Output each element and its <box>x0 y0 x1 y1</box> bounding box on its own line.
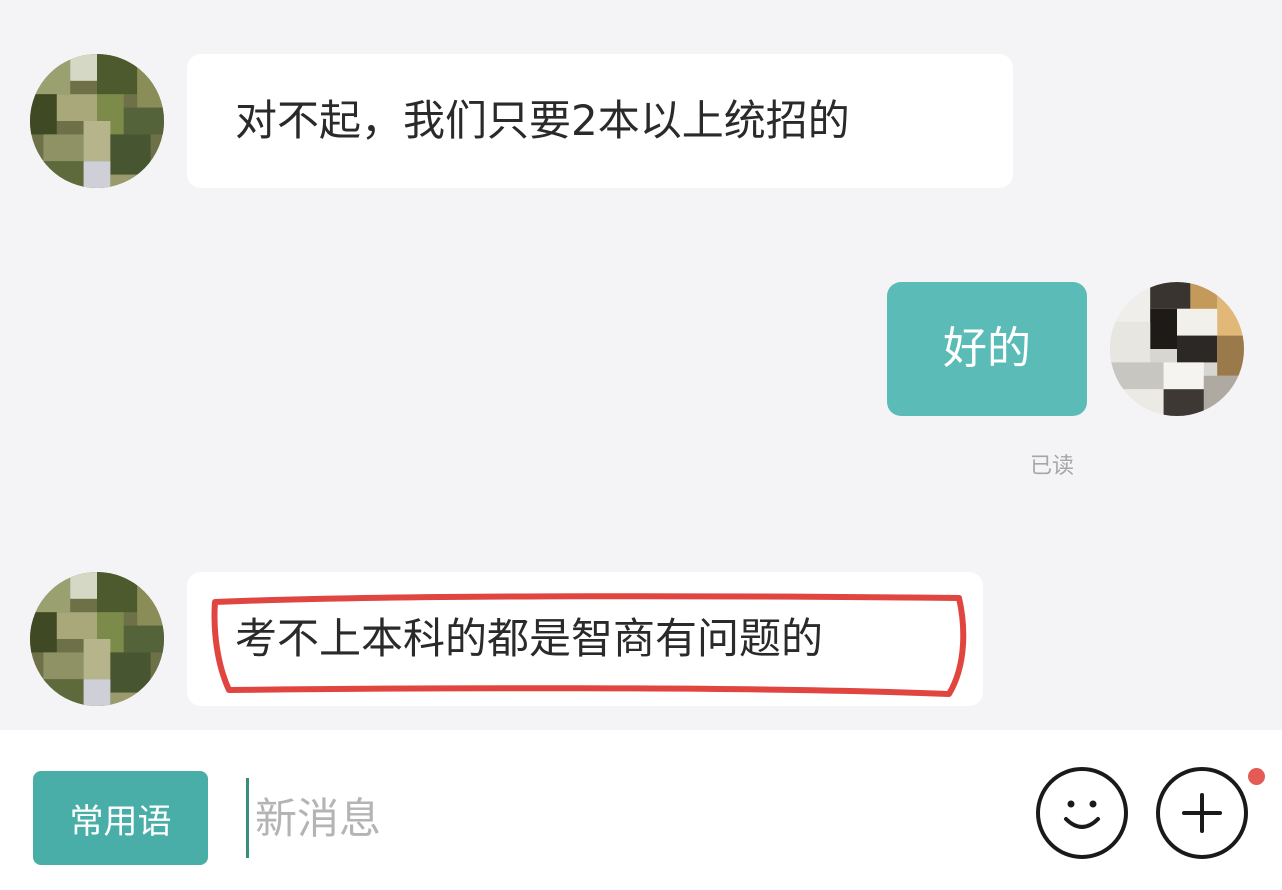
quick-phrases-button[interactable]: 常用语 <box>33 771 208 865</box>
more-actions-button[interactable] <box>1156 767 1248 859</box>
message-text: 考不上本科的都是智商有问题的 <box>235 614 824 663</box>
message-text: 好的 <box>943 323 1031 374</box>
contact-avatar[interactable] <box>30 54 164 188</box>
tree-photo-avatar-icon <box>30 54 164 188</box>
message-text: 对不起，我们只要2本以上统招的 <box>235 96 850 145</box>
smiley-face-icon <box>1064 800 1100 829</box>
cat-photo-avatar-icon <box>1110 282 1244 416</box>
my-avatar[interactable] <box>1110 282 1244 416</box>
message-bubble-incoming[interactable]: 对不起，我们只要2本以上统招的 <box>187 54 1013 188</box>
emoji-button[interactable] <box>1036 767 1128 859</box>
message-bubble-outgoing[interactable]: 好的 <box>887 282 1087 416</box>
contact-avatar[interactable] <box>30 572 164 706</box>
message-input-bar: 常用语 <box>0 730 1282 890</box>
tree-photo-avatar-icon <box>30 572 164 706</box>
read-receipt: 已读 <box>1030 454 1075 479</box>
plus-circle-icon <box>1182 793 1222 833</box>
message-input[interactable] <box>246 778 986 858</box>
message-bubble-incoming[interactable]: 考不上本科的都是智商有问题的 <box>187 572 983 706</box>
chat-screen: 对不起，我们只要2本以上统招的 好的 已读 考不上本科的都是智商有问题的 常用语… <box>0 0 1282 890</box>
notification-dot <box>1248 768 1265 785</box>
